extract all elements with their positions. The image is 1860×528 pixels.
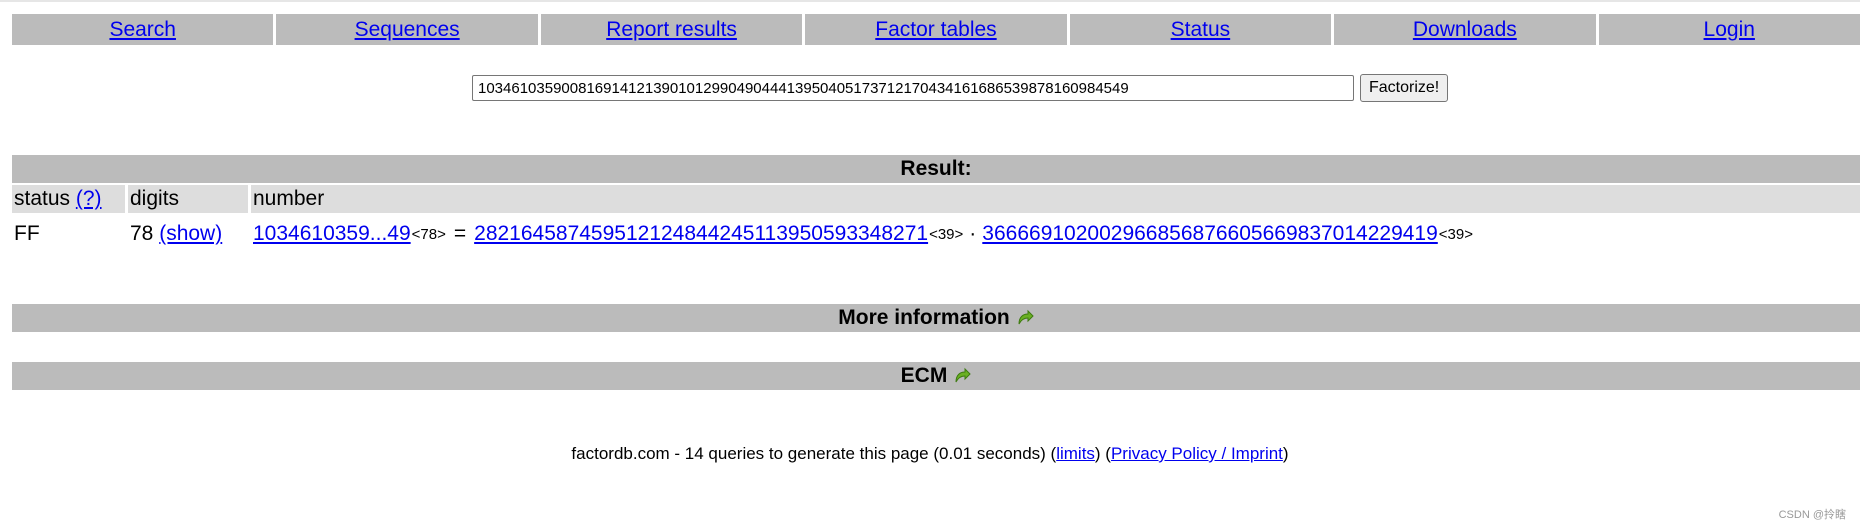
limits-link[interactable]: limits: [1056, 444, 1095, 463]
privacy-link[interactable]: Privacy Policy / Imprint: [1111, 444, 1283, 463]
nav-cell-downloads: Downloads: [1334, 14, 1596, 45]
factorize-button[interactable]: Factorize!: [1360, 74, 1449, 102]
row-digits-value: 78: [130, 222, 154, 245]
nav-link-login[interactable]: Login: [1704, 18, 1755, 42]
nav-link-report-results[interactable]: Report results: [606, 18, 737, 42]
top-border-line: [0, 0, 1860, 2]
nav-link-downloads[interactable]: Downloads: [1413, 18, 1517, 42]
table-row: FF 78 (show) 1034610359...49 <78> = 28216…: [12, 218, 1860, 250]
green-curved-arrow-icon[interactable]: [1016, 309, 1034, 327]
number-size: <78>: [411, 225, 446, 243]
nav-cell-report-results: Report results: [540, 14, 803, 45]
top-navigation: Search Sequences Report results Factor t…: [12, 14, 1860, 45]
header-number: number: [251, 185, 1860, 213]
multiply-sign: ·: [969, 222, 977, 245]
header-status: status (?): [12, 185, 125, 213]
factor2-link[interactable]: 366669102002966856876605669837014229419: [982, 222, 1438, 246]
result-table-header: status (?) digits number: [12, 185, 1860, 213]
nav-link-factor-tables[interactable]: Factor tables: [875, 18, 996, 42]
nav-link-status[interactable]: Status: [1171, 18, 1231, 42]
row-number: 1034610359...49 <78> = 282164587459512124…: [251, 218, 1860, 250]
nav-link-sequences[interactable]: Sequences: [355, 18, 460, 42]
nav-cell-sequences: Sequences: [276, 14, 538, 45]
page-footer: factordb.com - 14 queries to generate th…: [0, 444, 1860, 464]
factor1-link[interactable]: 282164587459512124844245113950593348271: [474, 222, 928, 246]
show-digits-link[interactable]: (show): [159, 222, 222, 246]
ecm-title: ECM: [900, 364, 948, 387]
nav-cell-login: Login: [1598, 14, 1860, 45]
number-input[interactable]: [472, 75, 1354, 101]
ecm-header[interactable]: ECM: [12, 362, 1860, 390]
row-status: FF: [14, 222, 40, 245]
search-form: Factorize!: [472, 74, 1449, 102]
footer-text: factordb.com - 14 queries to generate th…: [571, 444, 1057, 463]
more-information-title: More information: [838, 306, 1010, 329]
factor1-size: <39>: [929, 225, 964, 243]
equals-sign: =: [453, 222, 467, 245]
header-status-label: status: [14, 187, 71, 210]
green-curved-arrow-icon[interactable]: [953, 367, 972, 385]
nav-cell-status: Status: [1069, 14, 1332, 45]
row-digits: 78 (show): [128, 218, 248, 250]
header-digits: digits: [128, 185, 248, 213]
nav-link-search[interactable]: Search: [109, 18, 176, 42]
footer-mid: ) (: [1094, 444, 1111, 463]
nav-cell-search: Search: [12, 14, 274, 45]
status-help-link[interactable]: (?): [76, 187, 102, 211]
result-section-header: Result:: [12, 155, 1860, 183]
result-title: Result:: [900, 157, 972, 180]
nav-cell-factor-tables: Factor tables: [805, 14, 1067, 45]
number-link[interactable]: 1034610359...49: [253, 222, 411, 246]
footer-end: ): [1282, 444, 1289, 463]
more-information-header[interactable]: More information: [12, 304, 1860, 332]
watermark: CSDN @拎瞎: [1778, 509, 1846, 521]
factor2-size: <39>: [1438, 225, 1474, 243]
